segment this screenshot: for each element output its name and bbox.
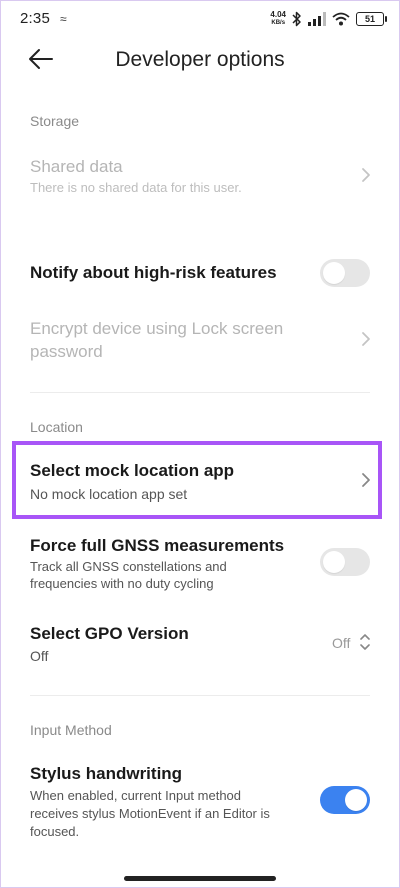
notify-high-risk-row[interactable]: Notify about high-risk features [0,252,400,296]
status-icons: 4.04 KB/s 51 [270,8,387,30]
stylus-subtitle-line2: receives stylus MotionEvent if an Editor… [30,806,270,821]
force-gnss-row[interactable]: Force full GNSS measurements Track all G… [0,530,400,594]
encrypt-device-title-line2: password [30,342,103,361]
bluetooth-icon [292,11,301,27]
toggle-knob [323,262,345,284]
toggle-knob [323,551,345,573]
gnss-subtitle-line2: frequencies with no duty cycling [30,576,214,591]
developer-options-screen: 2:35 ≈ 4.04 KB/s 51 Developer options St… [0,0,400,888]
battery-icon: 51 [356,12,387,26]
home-indicator[interactable] [124,876,276,881]
stylus-toggle[interactable] [320,786,370,814]
shared-data-title: Shared data [30,157,123,176]
select-gpo-row[interactable]: Select GPO Version Off Off [0,618,400,668]
encrypt-device-title-line1: Encrypt device using Lock screen [30,319,284,338]
encrypt-device-row[interactable]: Encrypt device using Lock screen passwor… [0,316,400,364]
page-title: Developer options [115,48,285,71]
section-header-location: Location [30,419,83,435]
updown-chevron-icon [360,634,370,650]
stylus-subtitle-line1: When enabled, current Input method [30,788,242,803]
shared-data-subtitle: There is no shared data for this user. [30,180,242,195]
gnss-toggle[interactable] [320,548,370,576]
highlight-box [12,441,382,519]
gpo-subtitle: Off [30,648,49,664]
net-speed: 4.04 KB/s [270,10,286,27]
notify-high-risk-toggle[interactable] [320,259,370,287]
signal-icon [308,12,326,26]
toggle-knob [345,789,367,811]
notify-high-risk-title: Notify about high-risk features [30,263,277,282]
status-time: 2:35 [20,10,50,27]
gpo-value: Off [332,635,351,651]
section-header-storage: Storage [30,113,80,129]
section-header-input-method: Input Method [30,722,112,738]
stylus-subtitle-line3: focused. [30,824,80,839]
gpo-title: Select GPO Version [30,624,189,643]
notification-icon: ≈ [60,12,67,26]
gnss-subtitle-line1: Track all GNSS constellations and [30,559,227,574]
divider [30,392,370,393]
wifi-icon [332,12,350,26]
chevron-right-icon [362,168,370,182]
chevron-right-icon [362,332,370,346]
divider [30,695,370,696]
stylus-handwriting-row[interactable]: Stylus handwriting When enabled, current… [0,758,400,844]
shared-data-row[interactable]: Shared data There is no shared data for … [0,148,400,204]
gnss-title: Force full GNSS measurements [30,536,285,555]
stylus-title: Stylus handwriting [30,764,183,783]
